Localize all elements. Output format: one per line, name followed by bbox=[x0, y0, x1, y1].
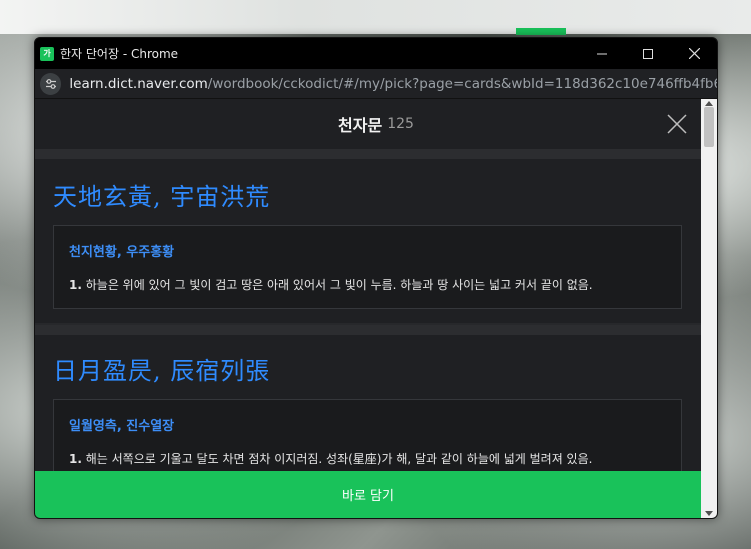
entry-hanja[interactable]: 日月盈昃, 辰宿列張 bbox=[53, 351, 270, 386]
save-now-button[interactable]: 바로 담기 bbox=[35, 471, 701, 518]
page-title: 천자문 bbox=[338, 116, 383, 135]
scrollbar[interactable] bbox=[701, 99, 717, 518]
url-path: /wordbook/cckodict/#/my/pick?page=cards&… bbox=[207, 75, 717, 92]
close-panel-button[interactable] bbox=[667, 114, 687, 134]
divider bbox=[35, 149, 701, 159]
scroll-thumb[interactable] bbox=[704, 107, 714, 147]
divider bbox=[35, 325, 701, 335]
item-count: 125 bbox=[387, 116, 414, 132]
title-bar[interactable]: 가 한자 단어장 - Chrome bbox=[35, 38, 717, 69]
card-entry: 天地玄黃, 宇宙洪荒 천지현황, 우주홍황 1. 하늘은 위에 있어 그 빛이 … bbox=[35, 159, 701, 323]
page-header: 천자문 125 bbox=[35, 99, 717, 149]
window-controls bbox=[579, 38, 717, 69]
maximize-button[interactable] bbox=[625, 38, 671, 69]
definition-text: 하늘은 위에 있어 그 빛이 검고 땅은 아래 있어서 그 빛이 누름. 하늘과… bbox=[85, 278, 593, 292]
definition-text: 해는 서쪽으로 기울고 달도 차면 점차 이지러짐. 성좌(星座)가 해, 달과… bbox=[85, 452, 593, 466]
entry-hanja[interactable]: 天地玄黃, 宇宙洪荒 bbox=[53, 177, 270, 212]
wordbook-page: 천자문 125 天地玄黃, 宇宙洪荒 천지현황, 우주홍황 1. 하늘은 위에 … bbox=[35, 99, 717, 518]
close-icon bbox=[688, 48, 700, 59]
background-window-band bbox=[0, 0, 751, 34]
site-info-button[interactable] bbox=[40, 72, 62, 95]
entry-definition: 1. 하늘은 위에 있어 그 빛이 검고 땅은 아래 있어서 그 빛이 누름. … bbox=[69, 276, 593, 293]
entry-reading[interactable]: 일월영측, 진수열장 bbox=[69, 415, 174, 434]
address-bar[interactable]: learn.dict.naver.com/wordbook/cckodict/#… bbox=[35, 69, 717, 99]
scroll-down-icon[interactable] bbox=[705, 511, 713, 516]
close-icon bbox=[667, 114, 687, 134]
chrome-window: 가 한자 단어장 - Chrome learn.dict.naver.com/w… bbox=[34, 37, 718, 519]
background-accent-bar bbox=[516, 28, 566, 35]
close-window-button[interactable] bbox=[671, 38, 717, 69]
definition-number: 1. bbox=[69, 278, 82, 292]
minimize-button[interactable] bbox=[579, 38, 625, 69]
entry-definition: 1. 해는 서쪽으로 기울고 달도 차면 점차 이지러짐. 성좌(星座)가 해,… bbox=[69, 450, 592, 467]
tune-icon bbox=[45, 78, 56, 89]
url-host: learn.dict.naver.com bbox=[69, 75, 208, 92]
scroll-up-icon[interactable] bbox=[705, 101, 713, 106]
entry-detail-box: 천지현황, 우주홍황 1. 하늘은 위에 있어 그 빛이 검고 땅은 아래 있어… bbox=[53, 225, 682, 309]
definition-number: 1. bbox=[69, 452, 82, 466]
app-icon: 가 bbox=[40, 46, 54, 61]
url-text[interactable]: learn.dict.naver.com/wordbook/cckodict/#… bbox=[69, 76, 717, 92]
window-title: 한자 단어장 - Chrome bbox=[60, 47, 179, 61]
minimize-icon bbox=[597, 53, 607, 54]
entry-reading[interactable]: 천지현황, 우주홍황 bbox=[69, 241, 174, 260]
maximize-icon bbox=[643, 48, 653, 59]
